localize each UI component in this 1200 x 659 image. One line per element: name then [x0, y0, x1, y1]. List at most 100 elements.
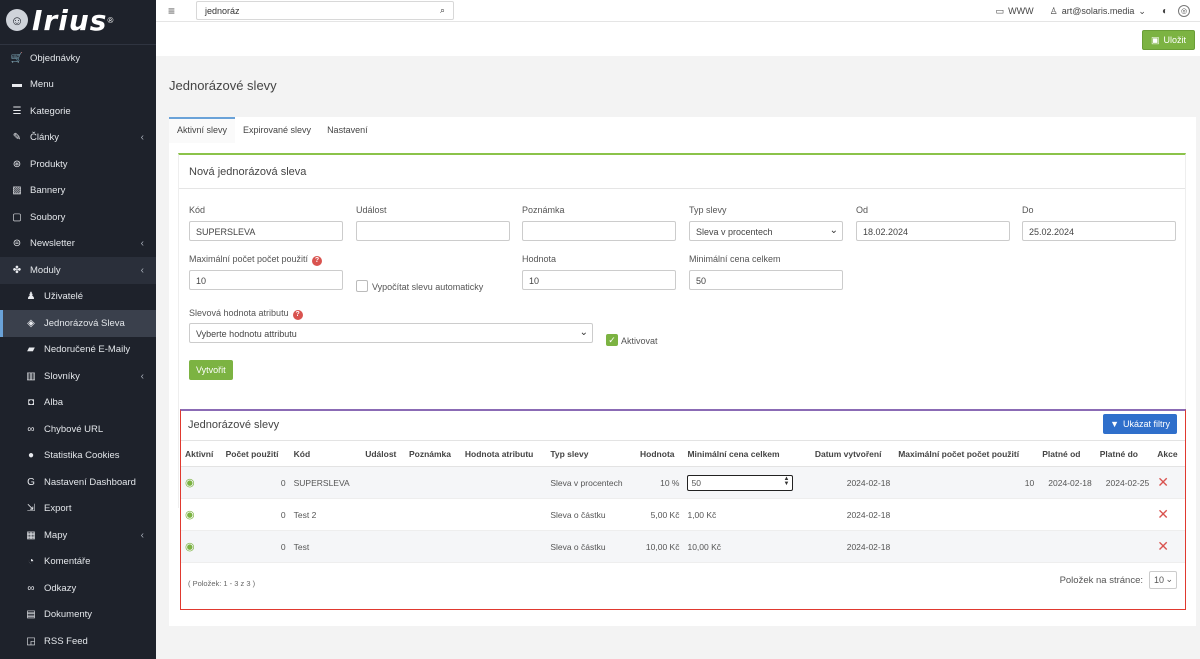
- sidebar-item-slovníky[interactable]: ▥ Slovníky ‹: [0, 363, 156, 390]
- sidebar-item-komentáře[interactable]: ◔ Komentáře: [0, 549, 156, 576]
- sidebar-item-dokumenty[interactable]: ▤ Dokumenty: [0, 602, 156, 629]
- eye-icon[interactable]: ◉: [185, 509, 195, 521]
- value-input[interactable]: 10: [522, 270, 676, 290]
- sidebar-item-jednorázová-sleva[interactable]: ◈ Jednorázová Sleva: [0, 310, 156, 337]
- event-input[interactable]: [356, 221, 510, 241]
- content-card: Aktivní slevy Expirované slevy Nastavení…: [169, 117, 1196, 626]
- www-link[interactable]: ▭ WWW: [996, 6, 1034, 17]
- created-cell: 2024-02-18: [810, 498, 895, 531]
- www-label: WWW: [1008, 6, 1034, 16]
- col-valid-to[interactable]: Platné do: [1095, 440, 1154, 467]
- value-cell: 5,00 Kč: [636, 498, 684, 531]
- pencil-icon: ✎: [12, 132, 22, 144]
- pagination-summary: ( Položek: 1 - 3 z 3 ): [188, 579, 256, 588]
- attribute-cell: [460, 498, 547, 531]
- delete-icon[interactable]: ✕: [1157, 506, 1169, 522]
- note-input[interactable]: [522, 221, 676, 241]
- link-icon: ∞: [27, 582, 35, 594]
- col-max-uses[interactable]: Maximální počet počet použití: [894, 440, 1039, 467]
- search-input[interactable]: jednoráz ⌕: [196, 1, 454, 20]
- logo-registered: ®: [107, 15, 114, 25]
- sidebar-item-nastavení-dashboard[interactable]: G Nastavení Dashboard: [0, 469, 156, 496]
- help-icon[interactable]: ?: [312, 256, 323, 266]
- user-icon: ♟: [26, 291, 36, 303]
- show-filters-button[interactable]: ▼ Ukázat filtry: [1103, 414, 1177, 434]
- delete-icon[interactable]: ✕: [1157, 474, 1169, 490]
- col-usage-count[interactable]: Počet použití: [221, 440, 290, 467]
- type-select[interactable]: Sleva v procentech ⌄: [689, 221, 843, 241]
- camera-icon: ◘: [27, 397, 35, 409]
- valid-to-cell: 2024-02-25: [1095, 466, 1154, 499]
- sidebar-item-label: Moduly: [30, 264, 61, 276]
- col-created[interactable]: Datum vytvoření: [810, 440, 895, 467]
- sidebar-item-produkty[interactable]: ⊛ Produkty: [0, 151, 156, 178]
- code-input[interactable]: SUPERSLEVA: [189, 221, 343, 241]
- min-price-cell[interactable]: 10,00 Kč: [683, 530, 811, 563]
- attribute-cell: [460, 530, 547, 563]
- tab-expired-discounts[interactable]: Expirované slevy: [235, 117, 319, 143]
- sidebar-item-newsletter[interactable]: ⊜ Newsletter ‹: [0, 231, 156, 258]
- search-icon[interactable]: ⌕: [440, 5, 445, 16]
- col-active[interactable]: Aktivní: [181, 440, 222, 467]
- min-price-input[interactable]: 50: [689, 270, 843, 290]
- attribute-select-value: Vyberte hodnotu attributu: [196, 329, 297, 339]
- sidebar-item-odkazy[interactable]: ∞ Odkazy: [0, 575, 156, 602]
- min-price-cell: 50 ▲ ▼: [683, 466, 811, 499]
- sidebar-item-label: Kategorie: [30, 105, 71, 117]
- settings-circle-icon[interactable]: ◎: [1178, 5, 1190, 17]
- logo[interactable]: ☺ Irius ®: [0, 0, 156, 40]
- to-label: Do: [1022, 205, 1034, 215]
- max-uses-input[interactable]: 10: [189, 270, 343, 290]
- attribute-select[interactable]: Vyberte hodnotu attributu ⌄: [189, 323, 593, 343]
- delete-icon[interactable]: ✕: [1157, 538, 1169, 554]
- sidebar-item-objednávky[interactable]: 🛒 Objednávky: [0, 45, 156, 72]
- sidebar-item-nedoručené-e-maily[interactable]: ▰ Nedoručené E-Maily: [0, 337, 156, 364]
- eye-icon[interactable]: ◉: [185, 477, 195, 489]
- from-date-input[interactable]: 18.02.2024: [856, 221, 1010, 241]
- sidebar-item-články[interactable]: ✎ Články ‹: [0, 125, 156, 152]
- spinner-icon[interactable]: ▲ ▼: [784, 476, 790, 487]
- sidebar-item-label: Nedoručené E-Maily: [44, 344, 131, 356]
- eye-icon[interactable]: ◉: [185, 541, 195, 553]
- sidebar-item-chybové-url[interactable]: ∞ Chybové URL: [0, 416, 156, 443]
- sidebar-item-menu[interactable]: ▬ Menu: [0, 72, 156, 99]
- min-price-cell[interactable]: 1,00 Kč: [683, 498, 811, 531]
- sidebar-item-uživatelé[interactable]: ♟ Uživatelé: [0, 284, 156, 311]
- user-menu[interactable]: ♙ art@solaris.media ⌄: [1050, 6, 1146, 17]
- activate-checkbox[interactable]: ✓: [606, 334, 618, 346]
- sidebar-item-bannery[interactable]: ▨ Bannery: [0, 178, 156, 205]
- sidebar-item-moduly[interactable]: ✤ Moduly ‹: [0, 257, 156, 284]
- col-code[interactable]: Kód: [289, 440, 362, 467]
- min-price-inline-input[interactable]: 50 ▲ ▼: [687, 474, 794, 491]
- col-attribute[interactable]: Hodnota atributu: [460, 440, 547, 467]
- sidebar-item-soubory[interactable]: ▢ Soubory: [0, 204, 156, 231]
- created-cell: 2024-02-18: [810, 530, 895, 563]
- col-type[interactable]: Typ slevy: [546, 440, 637, 467]
- max-uses-cell: 10: [894, 466, 1039, 499]
- col-valid-from[interactable]: Platné od: [1038, 440, 1096, 467]
- sidebar-item-mapy[interactable]: ▦ Mapy ‹: [0, 522, 156, 549]
- tab-active-discounts[interactable]: Aktivní slevy: [169, 117, 236, 143]
- col-value[interactable]: Hodnota: [636, 440, 684, 467]
- flag-cz-icon[interactable]: ◐: [1162, 6, 1168, 17]
- col-note[interactable]: Poznámka: [404, 440, 461, 467]
- sidebar-item-kategorie[interactable]: ☰ Kategorie: [0, 98, 156, 125]
- sidebar-item-statistika-cookies[interactable]: ● Statistika Cookies: [0, 443, 156, 470]
- tab-settings[interactable]: Nastavení: [319, 117, 376, 143]
- col-min-price[interactable]: Minimální cena celkem: [683, 440, 811, 467]
- save-button[interactable]: ▣ Uložit: [1141, 30, 1195, 50]
- per-page-select[interactable]: 10 ⌄: [1149, 571, 1177, 589]
- menu-toggle-icon[interactable]: ≡: [168, 4, 182, 18]
- sidebar-item-export[interactable]: ⇲ Export: [0, 496, 156, 523]
- help-icon[interactable]: ?: [292, 310, 303, 320]
- create-button[interactable]: Vytvořit: [189, 360, 233, 380]
- monitor-icon: ▭: [995, 5, 1005, 16]
- to-date-input[interactable]: 25.02.2024: [1022, 221, 1176, 241]
- per-page-value: 10: [1154, 575, 1165, 585]
- logo-mascot-icon: ☺: [6, 9, 28, 31]
- valid-from-cell: [1038, 530, 1096, 563]
- sidebar-item-alba[interactable]: ◘ Alba: [0, 390, 156, 417]
- col-event[interactable]: Událost: [361, 440, 405, 467]
- auto-calc-checkbox[interactable]: [356, 280, 368, 292]
- sidebar-item-rss-feed[interactable]: ◲ RSS Feed: [0, 628, 156, 655]
